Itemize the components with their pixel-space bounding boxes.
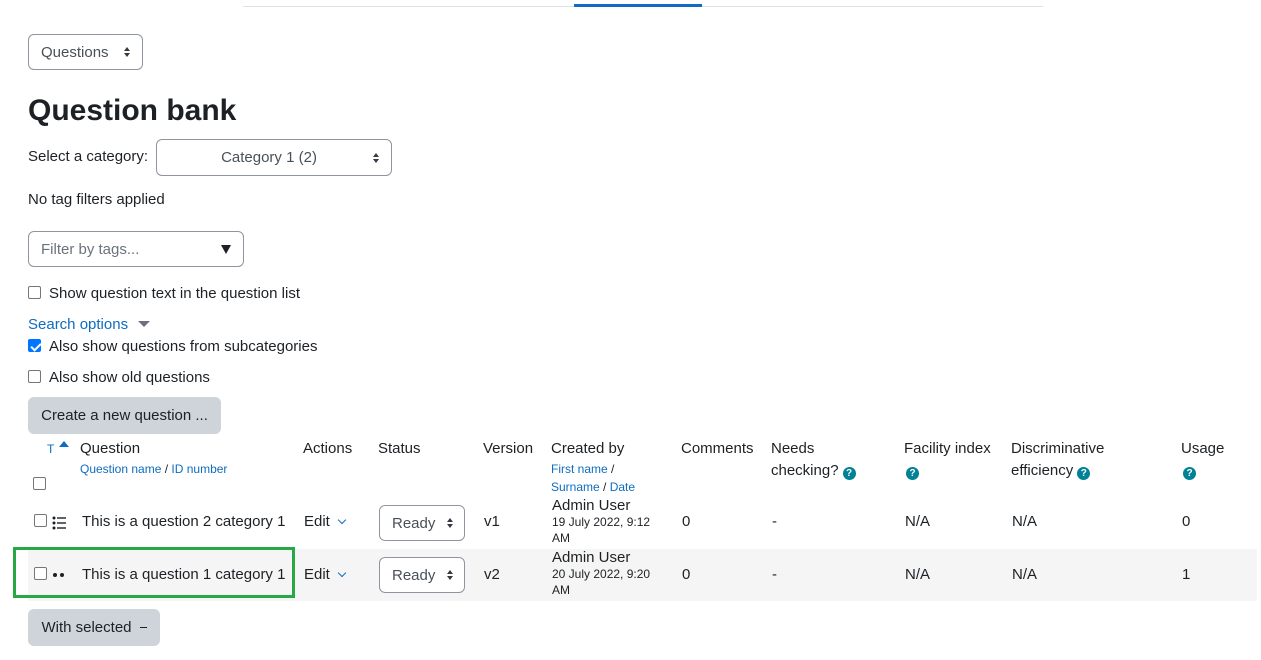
status-select[interactable]: Ready <box>379 557 465 593</box>
edit-menu[interactable]: Edit <box>304 513 347 530</box>
usage-count[interactable]: 1 <box>1182 566 1190 583</box>
usage-count[interactable]: 0 <box>1182 513 1190 530</box>
needs-checking: - <box>772 513 777 530</box>
status-value: Ready <box>392 514 436 532</box>
header-disc-line1: Discriminative <box>1011 440 1105 457</box>
highlight-box <box>13 547 295 598</box>
header-separator: / <box>607 462 615 476</box>
subcategories-checkbox[interactable] <box>28 339 41 352</box>
select-arrows-icon <box>124 47 130 57</box>
chevron-down-icon <box>337 568 347 578</box>
header-status: Status <box>378 440 421 457</box>
sort-date[interactable]: Date <box>610 480 635 494</box>
header-created-by-sub: First name / Surname / Date <box>551 460 635 496</box>
help-icon[interactable]: ? <box>1183 467 1196 480</box>
category-label: Select a category: <box>28 148 149 165</box>
old-questions-label: Also show old questions <box>49 369 210 386</box>
header-facility-label: Facility index <box>904 440 991 457</box>
question-bank-nav-select[interactable]: Questions <box>28 34 143 70</box>
header-created-by: Created by First name / Surname / Date <box>551 438 635 496</box>
subcategories-label: Also show questions from subcategories <box>49 338 318 355</box>
select-arrows-icon <box>447 518 453 528</box>
discriminative-efficiency: N/A <box>1012 513 1038 530</box>
sort-question-name[interactable]: Question name <box>80 462 161 476</box>
show-text-checkbox[interactable] <box>28 286 41 299</box>
header-question-label: Question <box>80 440 141 457</box>
category-select-value: Category 1 (2) <box>221 149 317 166</box>
header-disc-line2: efficiency <box>1011 462 1074 479</box>
creator-name: Admin User <box>552 497 631 514</box>
select-all-checkbox[interactable] <box>33 477 46 490</box>
sort-by-type[interactable]: T <box>47 438 70 460</box>
header-version: Version <box>483 440 534 457</box>
edit-label: Edit <box>304 566 330 583</box>
dash-icon <box>139 626 147 629</box>
header-discriminative-efficiency: Discriminative efficiency? <box>1011 438 1104 482</box>
header-needs-checking: Needs checking?? <box>771 438 856 482</box>
sort-surname[interactable]: Surname <box>551 480 600 494</box>
edit-menu[interactable]: Edit <box>304 566 347 583</box>
header-usage-label: Usage <box>1181 440 1225 457</box>
status-value: Ready <box>392 566 436 584</box>
help-icon[interactable]: ? <box>906 467 919 480</box>
created-date: 19 July 2022, 9:12 AM <box>552 515 651 545</box>
facility-index: N/A <box>905 513 931 530</box>
edit-label: Edit <box>304 513 330 530</box>
header-question: Question Question name / ID number <box>80 438 227 478</box>
sort-asc-icon <box>59 441 70 447</box>
header-separator: / <box>599 480 610 494</box>
header-usage: Usage ? <box>1181 438 1224 482</box>
show-text-label: Show question text in the question list <box>49 285 300 302</box>
status-select[interactable]: Ready <box>379 505 465 541</box>
sort-first-name[interactable]: First name <box>551 462 608 476</box>
search-options-label: Search options <box>28 316 129 333</box>
facility-index: N/A <box>905 566 931 583</box>
version: v2 <box>484 566 500 583</box>
created-by: Admin User 20 July 2022, 9:20 AM <box>552 550 662 598</box>
question-bank-nav-value: Questions <box>41 43 109 61</box>
active-tab-indicator <box>574 4 702 7</box>
header-created-by-label: Created by <box>551 440 625 457</box>
header-comments: Comments <box>681 440 754 457</box>
comments-count[interactable]: 0 <box>682 566 690 583</box>
chevron-down-icon <box>337 515 347 525</box>
question-name[interactable]: This is a question 2 category 1 <box>82 513 285 530</box>
with-selected-label: With selected <box>41 619 132 636</box>
sort-type-label: T <box>47 442 55 456</box>
created-date: 20 July 2022, 9:20 AM <box>552 567 651 597</box>
header-question-sub: Question name / ID number <box>80 460 227 478</box>
page-title: Question bank <box>28 94 237 127</box>
version: v1 <box>484 513 500 530</box>
creator-name: Admin User <box>552 549 631 566</box>
created-by: Admin User 19 July 2022, 9:12 AM <box>552 498 662 546</box>
header-needs-line2: checking? <box>771 462 839 479</box>
select-arrows-icon <box>373 152 379 163</box>
tag-filter-placeholder: Filter by tags... <box>41 240 140 258</box>
header-separator: / <box>161 462 172 476</box>
caret-down-icon <box>138 321 151 327</box>
category-select[interactable]: Category 1 (2) <box>156 139 392 176</box>
discriminative-efficiency: N/A <box>1012 566 1038 583</box>
search-options-toggle[interactable]: Search options <box>28 316 151 333</box>
sort-id-number[interactable]: ID number <box>171 462 227 476</box>
tag-filter-status: No tag filters applied <box>28 191 165 208</box>
header-actions: Actions <box>303 440 353 457</box>
multichoice-question-icon <box>52 516 66 530</box>
comments-count[interactable]: 0 <box>682 513 690 530</box>
select-arrows-icon <box>447 570 453 580</box>
header-needs-line1: Needs <box>771 440 815 457</box>
with-selected-button[interactable]: With selected <box>28 609 160 646</box>
help-icon[interactable]: ? <box>842 467 856 480</box>
tag-filter-input[interactable]: Filter by tags... <box>28 231 244 267</box>
needs-checking: - <box>772 566 777 583</box>
dropdown-caret-icon <box>221 245 231 254</box>
create-question-button[interactable]: Create a new question ... <box>28 397 221 434</box>
row-select-checkbox[interactable] <box>34 514 47 527</box>
old-questions-checkbox[interactable] <box>28 370 41 383</box>
header-facility-index: Facility index ? <box>904 438 991 482</box>
help-icon[interactable]: ? <box>1077 467 1091 480</box>
